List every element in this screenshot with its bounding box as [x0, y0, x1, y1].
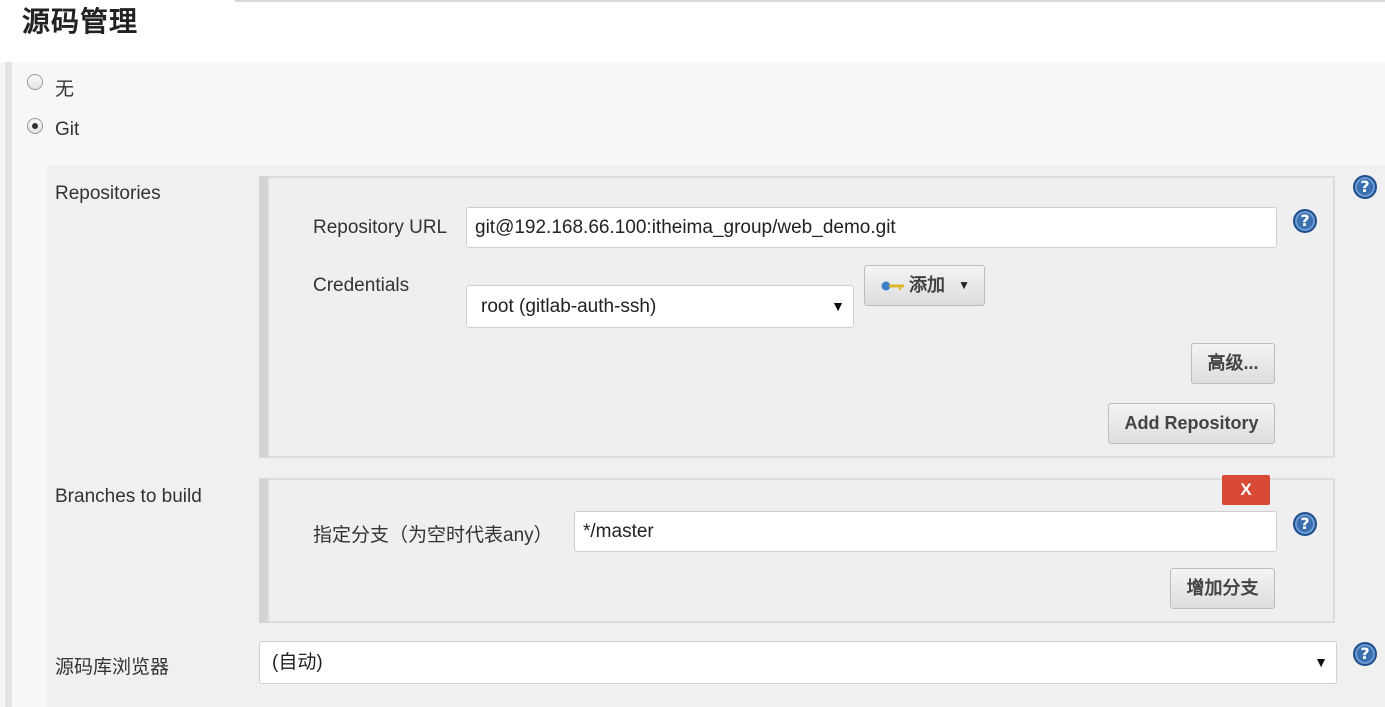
help-icon[interactable]: ?: [1353, 642, 1377, 666]
chevron-down-icon: ▼: [1314, 654, 1328, 670]
branches-bar: [259, 478, 267, 623]
branch-spec-input[interactable]: */master: [574, 511, 1277, 552]
repo-browser-label: 源码库浏览器: [55, 657, 170, 678]
repository-url-input[interactable]: git@192.168.66.100:itheima_group/web_dem…: [466, 207, 1277, 248]
add-branch-button[interactable]: 增加分支: [1170, 568, 1275, 609]
credentials-value: root (gitlab-auth-ssh): [481, 296, 657, 317]
branches-label: Branches to build: [55, 486, 202, 507]
repositories-label: Repositories: [55, 183, 161, 204]
help-icon[interactable]: ?: [1293, 209, 1317, 233]
page-title: 源码管理: [22, 5, 139, 38]
key-icon: [881, 281, 904, 291]
radio-git-label: Git: [55, 119, 80, 140]
radio-none[interactable]: [27, 74, 43, 90]
add-credentials-label: 添加: [909, 275, 945, 295]
chevron-down-icon: ▼: [831, 298, 845, 314]
advanced-button[interactable]: 高级...: [1191, 343, 1275, 384]
add-repository-button[interactable]: Add Repository: [1108, 403, 1275, 444]
credentials-select[interactable]: root (gitlab-auth-ssh) ▼: [466, 285, 854, 328]
repo-browser-value: (自动): [272, 652, 323, 673]
branch-spec-label: 指定分支（为空时代表any）: [313, 525, 553, 546]
delete-branch-button[interactable]: X: [1222, 475, 1270, 505]
help-icon[interactable]: ?: [1293, 512, 1317, 536]
repo-browser-select[interactable]: (自动) ▼: [259, 641, 1337, 684]
radio-none-label: 无: [55, 79, 75, 100]
credentials-label: Credentials: [313, 275, 410, 296]
help-icon[interactable]: ?: [1353, 175, 1377, 199]
git-panel-gutter: [12, 150, 47, 707]
add-credentials-button[interactable]: 添加 ▼: [864, 265, 985, 306]
caret-down-icon: ▼: [958, 278, 970, 292]
header-divider: [235, 0, 1385, 2]
section-indent-bar: [5, 62, 12, 707]
repositories-bar: [259, 176, 267, 458]
radio-git[interactable]: [27, 118, 43, 134]
section-header: [0, 0, 1385, 62]
repository-url-label: Repository URL: [313, 217, 448, 238]
